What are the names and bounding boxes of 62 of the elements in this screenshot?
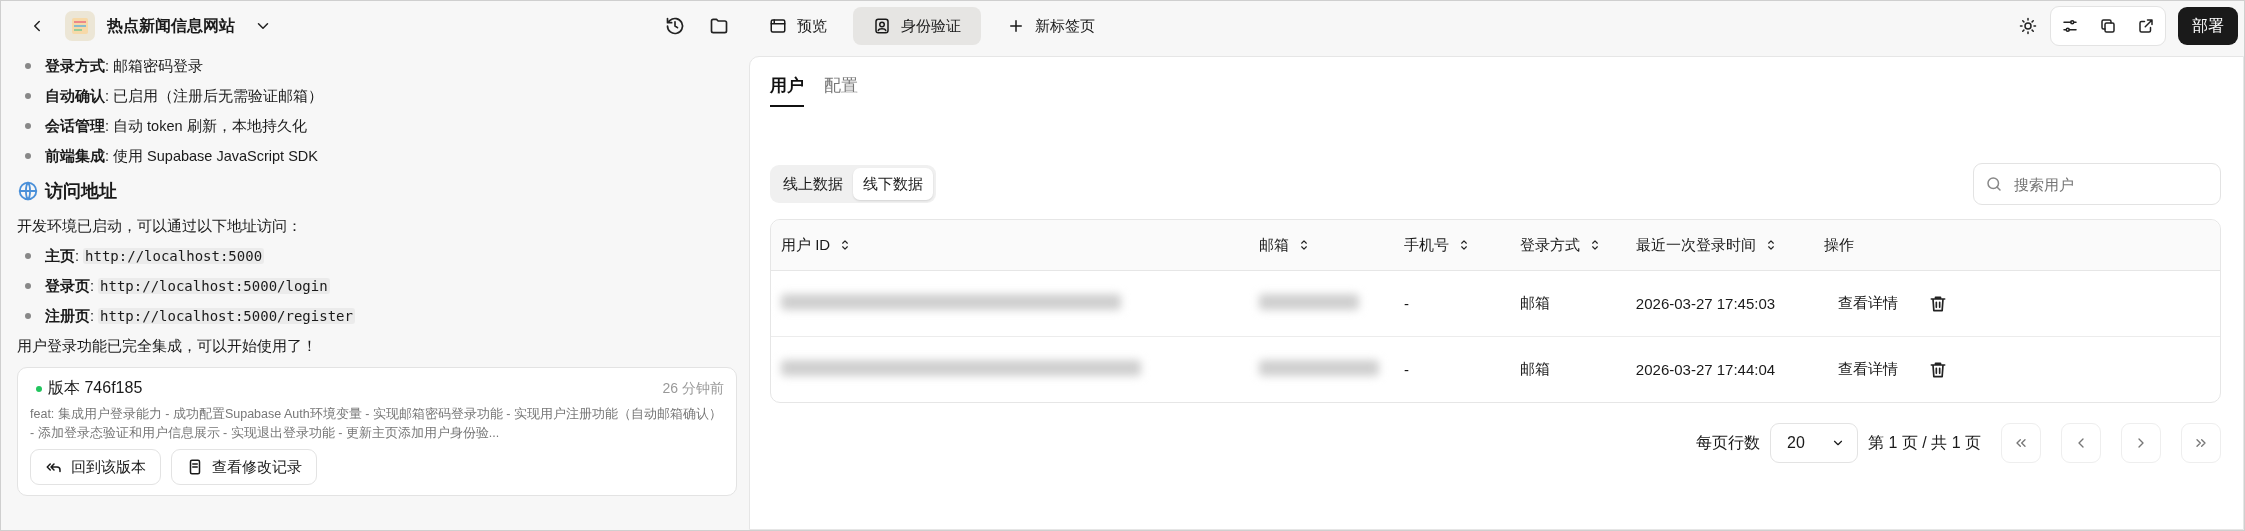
tab[interactable]: 预览 — [749, 7, 847, 45]
column-header: 用户 ID — [781, 235, 831, 255]
status-dot — [36, 385, 42, 392]
tab[interactable]: 用户 — [770, 74, 804, 107]
search-field[interactable]: 搜索用户 — [1973, 163, 2221, 205]
paragraph: 开发环境已启动，可以通过以下地址访问： — [17, 217, 303, 236]
project-title: 热点新闻信息网站 — [107, 15, 235, 36]
bullet-icon — [25, 153, 31, 159]
segment-button[interactable]: 线上数据 — [773, 168, 853, 200]
table-cell-text: - — [1403, 294, 1411, 314]
sliders-icon — [2061, 17, 2079, 35]
bullet-icon — [25, 313, 31, 319]
list-item-text: 会话管理: 自动 token 刷新，本地持久化 — [45, 116, 307, 136]
section-heading: 访问地址 — [45, 180, 117, 203]
list-item-text: 注册页: http://localhost:5000/register — [45, 306, 355, 326]
version-button[interactable]: 查看修改记录 — [171, 449, 317, 485]
view-details-link[interactable]: 查看详情 — [1838, 294, 1899, 313]
bullet-icon — [25, 253, 31, 259]
commit-message: feat: 集成用户登录能力 - 成功配置Supabase Auth环境变量 - 实现邮箱密码登录功能 - 实现用户注册功能（自动邮箱确认） - 添加登录态验证和用户信息展示 - 实现退出登录功能 - 更新主页添加用户身份验... — [30, 406, 723, 442]
list-item-text: 主页: http://localhost:5000 — [45, 246, 265, 266]
version-button[interactable]: 回到该版本 — [30, 449, 161, 485]
list-item-text: 前端集成: 使用 Supabase JavaScript SDK — [45, 146, 318, 166]
table-cell: 邮箱 — [1509, 336, 1626, 402]
table-cell-text: 邮箱 — [1518, 293, 1551, 313]
copy-icon — [2099, 17, 2117, 35]
tab[interactable]: 配置 — [824, 74, 858, 107]
plus-icon — [1007, 17, 1025, 35]
column-header: 登录方式 — [1519, 235, 1580, 255]
table-cell: - — [1394, 336, 1510, 402]
bullet-icon — [25, 63, 31, 69]
bullet-icon — [25, 283, 31, 289]
page-info: 第 1 页 / 共 1 页 — [1868, 432, 1981, 453]
view-details-link[interactable]: 查看详情 — [1838, 360, 1899, 379]
sun-icon — [2019, 17, 2037, 35]
search-icon — [1985, 175, 2003, 193]
folder-icon — [709, 16, 729, 36]
rows-per-page-label: 每页行数 — [1696, 432, 1761, 453]
column-header: 邮箱 — [1259, 235, 1290, 255]
page-size-select[interactable]: 20 — [1770, 423, 1859, 463]
version-time: 26 分钟前 — [662, 379, 724, 398]
globe-icon — [17, 180, 39, 202]
bullet-icon — [25, 123, 31, 129]
table-cell-text: 2026-03-27 17:45:03 — [1634, 294, 1777, 314]
list-item-text: 登录页: http://localhost:5000/login — [45, 276, 330, 296]
history-icon — [665, 16, 685, 36]
bullet-icon — [25, 93, 31, 99]
list-item-text: 登录方式: 邮箱密码登录 — [45, 56, 204, 76]
column-header: 操作 — [1824, 235, 1855, 255]
tab[interactable]: 身份验证 — [853, 7, 981, 45]
column-header: 手机号 — [1404, 235, 1450, 255]
version-title: 版本 746f185 — [48, 378, 144, 398]
app-icon — [65, 11, 95, 41]
external-link-icon — [2137, 17, 2155, 35]
browser-icon — [769, 17, 787, 35]
tab[interactable]: 新标签页 — [987, 7, 1115, 45]
user-icon — [873, 17, 891, 35]
segment-button[interactable]: 线下数据 — [853, 168, 933, 200]
paragraph: 用户登录功能已完全集成，可以开始使用了！ — [17, 337, 318, 356]
table-cell: 2026-03-27 17:44:04 — [1625, 336, 1815, 402]
list-item-text: 自动确认: 已启用（注册后无需验证邮箱） — [45, 86, 324, 106]
column-header: 最近一次登录时间 — [1635, 235, 1756, 255]
deploy-button[interactable]: 部署 — [2178, 7, 2238, 45]
